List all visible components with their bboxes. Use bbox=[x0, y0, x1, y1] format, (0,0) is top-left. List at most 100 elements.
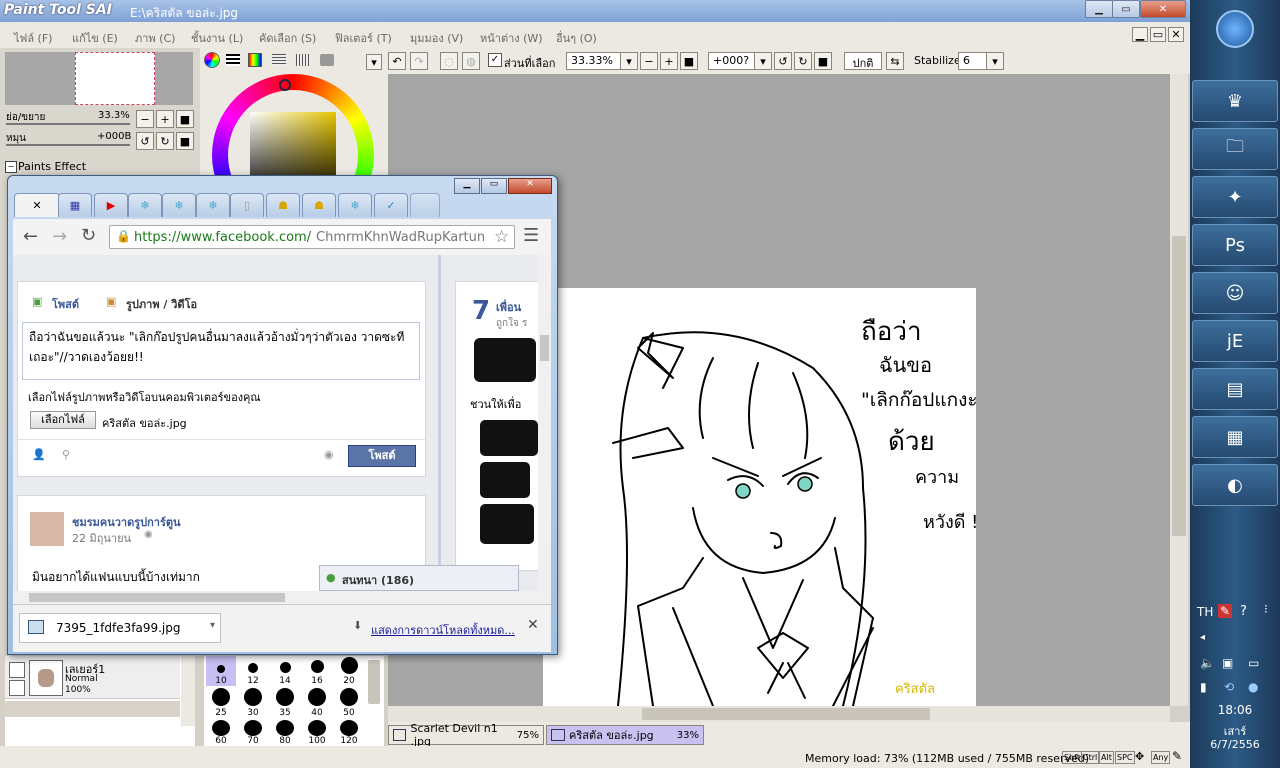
tab-close-icon[interactable]: ✕ bbox=[32, 199, 41, 212]
clock-time[interactable]: 18:06 bbox=[1210, 703, 1260, 717]
browser-tab[interactable]: ☗ bbox=[266, 193, 300, 217]
paints-effect-toggle[interactable]: − bbox=[5, 161, 17, 173]
browser-tab[interactable]: ▦ bbox=[58, 193, 92, 217]
brush-scroll-thumb[interactable] bbox=[368, 660, 380, 704]
show-all-downloads-link[interactable]: แสดงการดาวน์โหลดทั้งหมด... bbox=[371, 621, 515, 639]
download-item[interactable]: 7395_1fdfe3fa99.jpg ▾ bbox=[19, 613, 221, 643]
device-tray-icon[interactable]: ▣ bbox=[1222, 656, 1233, 670]
nav-zoom-in-button[interactable]: + bbox=[156, 110, 174, 128]
zoom-dropdown-icon[interactable]: ▾ bbox=[620, 52, 638, 70]
taskbar-app-calculator[interactable]: ▦ bbox=[1192, 416, 1278, 458]
palette-tab-icon[interactable] bbox=[320, 54, 334, 66]
safely-remove-icon[interactable]: ▭ bbox=[1248, 656, 1259, 670]
redo-button[interactable]: ↷ bbox=[410, 52, 428, 70]
zoom-slider[interactable] bbox=[6, 123, 130, 125]
browser-tab[interactable]: ▯ bbox=[230, 193, 264, 217]
location-icon[interactable]: ⚲ bbox=[62, 448, 70, 461]
pdf-tray-icon[interactable]: ✎ bbox=[1218, 604, 1233, 618]
bookmark-star-icon[interactable]: ☆ bbox=[494, 227, 509, 247]
zoom-field[interactable]: 33.33% bbox=[566, 52, 622, 70]
download-bar-close-icon[interactable]: ✕ bbox=[527, 617, 539, 633]
browser-tab[interactable]: ❄ bbox=[338, 193, 372, 217]
taskbar-app-browser[interactable]: ✦ bbox=[1192, 176, 1278, 218]
download-menu-chevron-icon[interactable]: ▾ bbox=[210, 620, 215, 631]
browser-tab-active[interactable]: ✕ bbox=[14, 193, 60, 217]
brush-size-16[interactable]: 16 bbox=[302, 656, 332, 686]
taskbar-app-media[interactable]: ◐ bbox=[1192, 464, 1278, 506]
canvas-horizontal-scrollbar[interactable] bbox=[388, 706, 1170, 722]
nav-zoom-out-button[interactable]: − bbox=[136, 110, 154, 128]
update-tray-icon[interactable]: ● bbox=[1248, 680, 1258, 694]
brush-size-80[interactable]: 80 bbox=[270, 720, 300, 746]
layer-lock-checkbox[interactable] bbox=[9, 680, 25, 696]
taskbar-app-photoshop[interactable]: Ps bbox=[1192, 224, 1278, 266]
composer-textarea[interactable]: ถือว่าฉันขอแล้วนะ "เลิกก๊อปรูปคนอื่นมาลง… bbox=[22, 322, 420, 380]
brush-size-10[interactable]: 10 bbox=[206, 656, 236, 686]
taskbar-app-game[interactable]: ☺ bbox=[1192, 272, 1278, 314]
taskbar-app-jetaudio[interactable]: jE bbox=[1192, 320, 1278, 362]
close-button[interactable]: ✕ bbox=[1140, 0, 1186, 18]
deselect-button[interactable]: ◌ bbox=[440, 52, 458, 70]
rotate-slider[interactable] bbox=[6, 144, 130, 146]
menu-window[interactable]: หน้าต่าง (W) bbox=[480, 29, 543, 47]
taskbar-app-winrar[interactable]: ▤ bbox=[1192, 368, 1278, 410]
browser-minimize-button[interactable]: ▁ bbox=[454, 178, 480, 194]
layer-visibility-checkbox[interactable] bbox=[9, 662, 25, 678]
doc-tab-scarlet[interactable]: Scarlet Devil n1 .jpg 75% bbox=[388, 722, 544, 748]
navigator-thumbnail[interactable] bbox=[5, 52, 193, 105]
swatch-tab-icon[interactable] bbox=[272, 54, 286, 66]
nav-zoom-reset-button[interactable]: ■ bbox=[176, 110, 194, 128]
composer-tab-post[interactable]: โพสต์ bbox=[52, 295, 79, 313]
view-mode-field[interactable]: ปกติ bbox=[844, 52, 882, 70]
choose-file-button[interactable]: เลือกไฟล์ bbox=[30, 411, 96, 429]
page-hscroll-thumb[interactable] bbox=[29, 593, 285, 602]
rotation-dropdown-icon[interactable]: ▾ bbox=[754, 52, 772, 70]
browser-tab[interactable]: ☗ bbox=[302, 193, 336, 217]
browser-tab[interactable]: ❄ bbox=[162, 193, 196, 217]
new-tab-button[interactable] bbox=[410, 193, 440, 217]
hsv-tab-icon[interactable] bbox=[248, 53, 262, 67]
brush-size-40[interactable]: 40 bbox=[302, 688, 332, 718]
tray-options-icon[interactable]: ⁝ bbox=[1264, 602, 1268, 616]
sync-tray-icon[interactable]: ⟲ bbox=[1224, 680, 1234, 694]
reload-icon[interactable]: ↻ bbox=[81, 225, 96, 246]
brush-size-25[interactable]: 25 bbox=[206, 688, 236, 718]
tray-expand-icon[interactable]: ◂ bbox=[1200, 632, 1205, 643]
invite-friends-label[interactable]: ชวนให้เพื่อ bbox=[470, 395, 521, 413]
layer-row[interactable]: เลเยอร์1 Normal 100% bbox=[5, 656, 180, 699]
menu-icon[interactable]: ☰ bbox=[523, 225, 539, 246]
post-button[interactable]: โพสต์ bbox=[348, 445, 416, 467]
brush-size-12[interactable]: 12 bbox=[238, 656, 268, 686]
browser-tab[interactable]: ✓ bbox=[374, 193, 408, 217]
language-indicator[interactable]: TH bbox=[1197, 605, 1213, 619]
taskbar-app-sai[interactable]: ♛ bbox=[1192, 80, 1278, 122]
zoom-reset-button[interactable]: ■ bbox=[680, 52, 698, 70]
taskbar-app-explorer[interactable]: 🗀 bbox=[1192, 128, 1278, 170]
page-scroll-thumb[interactable] bbox=[540, 335, 549, 361]
menu-selection[interactable]: คัดเลือก (S) bbox=[259, 29, 316, 47]
menu-others[interactable]: อื่นๆ (O) bbox=[556, 29, 597, 47]
browser-tab[interactable]: ❄ bbox=[128, 193, 162, 217]
flip-button[interactable]: ⇆ bbox=[886, 52, 904, 70]
back-icon[interactable]: ← bbox=[23, 226, 38, 247]
scratch-pad-tab-icon[interactable] bbox=[296, 54, 310, 66]
volume-icon[interactable]: 🔈 bbox=[1200, 656, 1215, 670]
menu-view[interactable]: มุมมอง (V) bbox=[410, 29, 463, 47]
browser-close-button[interactable]: ✕ bbox=[508, 178, 552, 194]
menu-filter[interactable]: ฟิลเตอร์ (T) bbox=[335, 29, 392, 47]
brush-size-50[interactable]: 50 bbox=[334, 688, 364, 718]
start-button[interactable] bbox=[1216, 10, 1254, 48]
minimize-button[interactable]: ▁ bbox=[1085, 0, 1113, 18]
page-horizontal-scrollbar[interactable] bbox=[13, 591, 551, 604]
browser-tab[interactable]: ❄ bbox=[196, 193, 230, 217]
brush-size-20[interactable]: 20 bbox=[334, 656, 364, 686]
friends-label[interactable]: เพื่อน bbox=[496, 298, 521, 316]
doc-tab-crystal[interactable]: คริสตัล ขอล่ะ.jpg 33% bbox=[546, 725, 704, 745]
zoom-in-button[interactable]: + bbox=[660, 52, 678, 70]
undo-button[interactable]: ↶ bbox=[388, 52, 406, 70]
navigator-viewport[interactable] bbox=[75, 52, 155, 105]
brush-size-60[interactable]: 60 bbox=[206, 720, 236, 746]
rotate-right-button[interactable]: ↻ bbox=[794, 52, 812, 70]
brush-size-120[interactable]: 120 bbox=[334, 720, 364, 746]
stabilize-field[interactable]: 6 bbox=[958, 52, 988, 70]
